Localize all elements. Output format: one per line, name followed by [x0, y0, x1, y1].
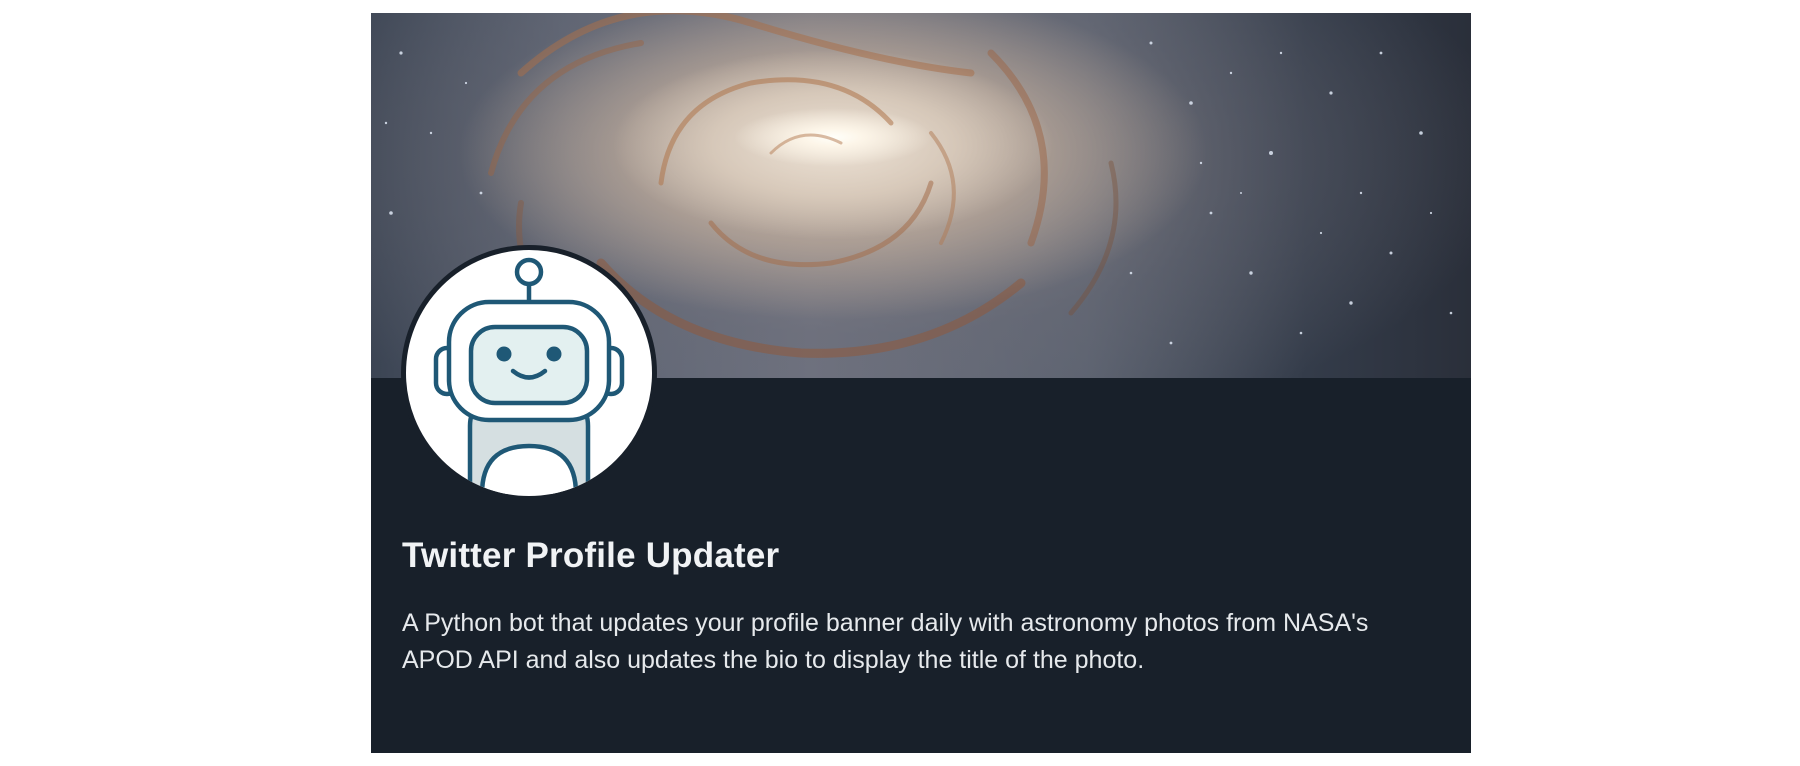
robot-icon [433, 257, 625, 496]
profile-title: Twitter Profile Updater [402, 536, 780, 575]
profile-avatar[interactable] [401, 245, 657, 501]
page: Twitter Profile Updater A Python bot tha… [0, 0, 1800, 766]
profile-description: A Python bot that updates your profile b… [402, 609, 1369, 674]
profile-card: Twitter Profile Updater A Python bot tha… [371, 13, 1471, 753]
